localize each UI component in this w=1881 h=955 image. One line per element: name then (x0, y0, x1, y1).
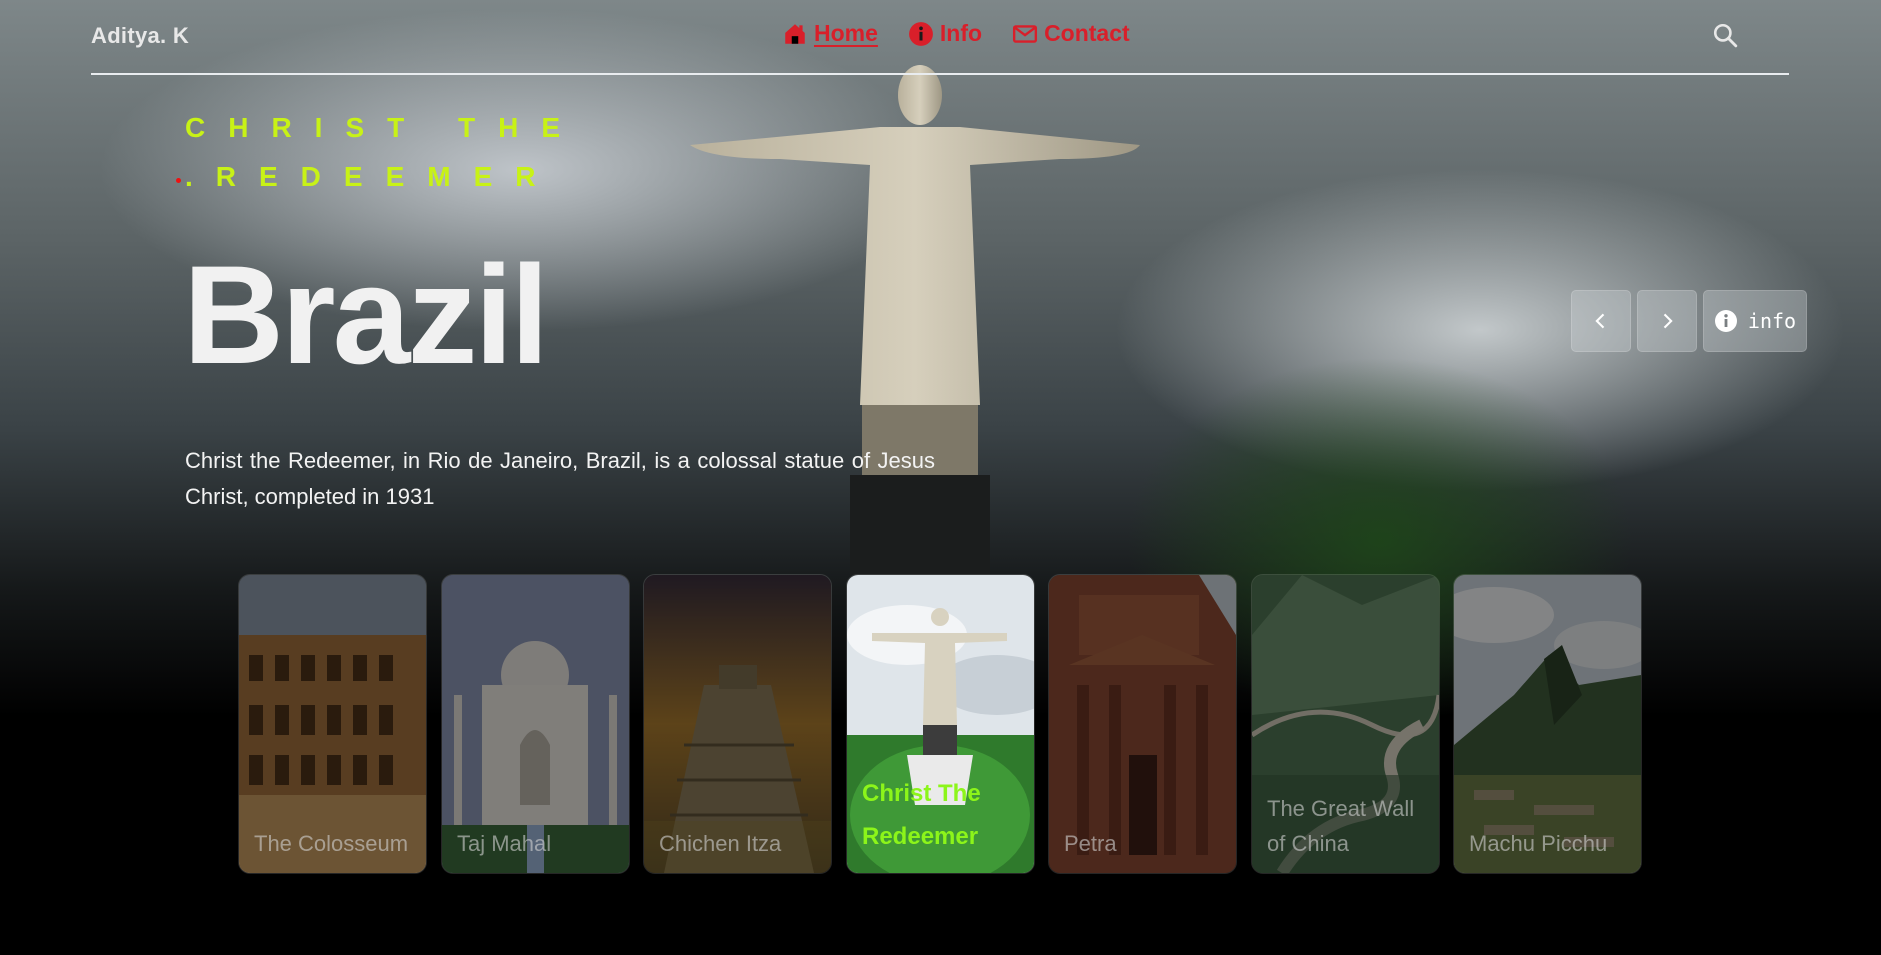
envelope-icon (1013, 24, 1038, 43)
card-colosseum[interactable]: The Colosseum (238, 574, 427, 874)
hero-description: Christ the Redeemer, in Rio de Janeiro, … (185, 448, 935, 509)
main-nav: Home Info Contact (782, 20, 1130, 47)
info-button-label: info (1747, 309, 1797, 333)
hero-title: Brazil (183, 236, 549, 393)
card-christ-the-redeemer[interactable]: Christ The Redeemer (846, 574, 1035, 874)
card-caption: The Great Wall of China (1267, 796, 1415, 856)
card-great-wall[interactable]: The Great Wall of China (1251, 574, 1440, 874)
nav-contact-link[interactable]: Contact (1012, 20, 1130, 47)
nav-divider (91, 73, 1789, 75)
accent-dot (176, 178, 181, 183)
prev-button[interactable] (1571, 290, 1631, 352)
info-button[interactable]: info (1703, 290, 1807, 352)
nav-info-label: Info (939, 20, 983, 46)
card-petra[interactable]: Petra (1048, 574, 1237, 874)
nav-info-link[interactable]: Info (908, 20, 982, 47)
chevron-left-icon (1595, 313, 1605, 329)
card-caption: Chichen Itza (659, 831, 782, 856)
next-button[interactable] (1637, 290, 1697, 352)
card-taj-mahal[interactable]: Taj Mahal (441, 574, 630, 874)
search-icon[interactable] (1712, 22, 1738, 48)
card-caption: Petra (1064, 831, 1117, 856)
info-circle-icon (908, 21, 933, 46)
info-circle-icon (1714, 310, 1737, 332)
brand-logo[interactable]: Aditya. K (91, 23, 189, 49)
card-caption: Machu Picchu (1469, 831, 1608, 856)
home-icon (785, 23, 805, 44)
nav-home-link[interactable]: Home (782, 20, 878, 47)
nav-contact-label: Contact (1044, 20, 1130, 46)
card-caption: Taj Mahal (457, 831, 552, 856)
card-caption: Christ The Redeemer (862, 780, 981, 850)
hero-subtitle: CHRIST THE .REDEEMER (185, 112, 583, 192)
chevron-right-icon (1663, 313, 1673, 329)
card-caption: The Colosseum (254, 831, 409, 856)
nav-home-label: Home (814, 20, 878, 46)
card-machu-picchu[interactable]: Machu Picchu (1453, 574, 1642, 874)
destination-cards: The Colosseum Taj Mahal Chichen Itza Chr… (238, 574, 1642, 874)
card-chichen-itza[interactable]: Chichen Itza (643, 574, 832, 874)
